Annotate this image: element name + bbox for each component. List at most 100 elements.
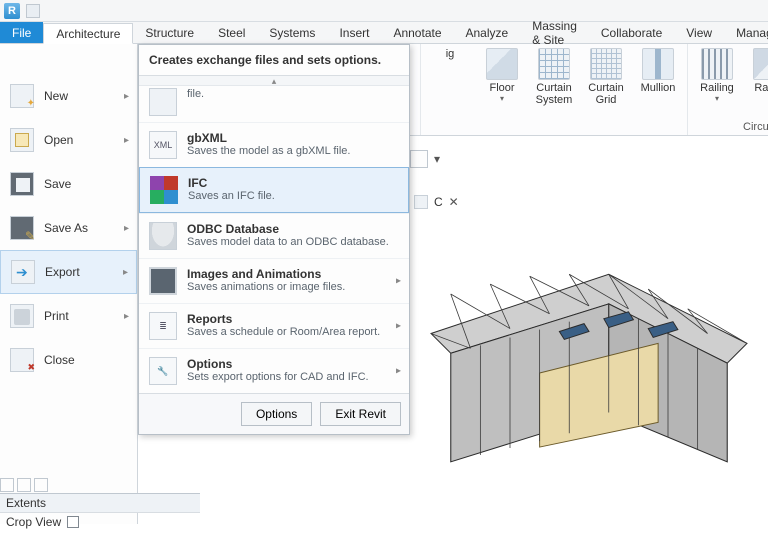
tab-manage[interactable]: Manage [724, 22, 768, 43]
railing-icon [701, 48, 733, 80]
report-icon: ≣ [149, 312, 177, 340]
flyout-item-desc: Saves model data to an ODBC database. [187, 236, 399, 248]
ribbon-tabs: File Architecture Structure Steel System… [0, 22, 768, 44]
file-menu-print[interactable]: Print ▸ [0, 294, 137, 338]
flyout-item-options[interactable]: 🔧 Options Sets export options for CAD an… [139, 348, 409, 393]
view-tool-1[interactable] [410, 150, 428, 168]
panel-tool-3[interactable] [34, 478, 48, 492]
file-menu-backstage: New ▸ Open ▸ Save Save As ▸ Export ▸ Pri… [0, 44, 138, 524]
save-as-icon [10, 216, 34, 240]
film-icon [149, 267, 177, 295]
ribbon-btn-mullion[interactable]: Mullion [635, 48, 681, 106]
mullion-icon [642, 48, 674, 80]
file-menu-open[interactable]: Open ▸ [0, 118, 137, 162]
view-icon [414, 195, 428, 209]
file-menu-label: Save [44, 177, 71, 191]
flyout-item-desc: file. [187, 88, 399, 100]
options-button[interactable]: Options [241, 402, 312, 426]
ribbon-btn-label: Curtain Grid [588, 82, 623, 106]
ribbon-btn-curtain-grid[interactable]: Curtain Grid [583, 48, 629, 106]
view-toolbar: ▾ [410, 150, 440, 168]
tab-insert[interactable]: Insert [327, 22, 381, 43]
properties-panel: Extents Crop View [0, 493, 200, 531]
tab-view[interactable]: View [674, 22, 724, 43]
flyout-item-title: Options [187, 357, 399, 371]
chevron-right-icon: ▸ [123, 267, 128, 278]
ribbon-btn-trail[interactable]: ig [427, 48, 473, 106]
file-menu-save[interactable]: Save [0, 162, 137, 206]
ribbon-btn-label: Floor [489, 82, 514, 94]
floor-icon [486, 48, 518, 80]
file-menu-label: New [44, 89, 68, 103]
exit-revit-button[interactable]: Exit Revit [320, 402, 401, 426]
tab-structure[interactable]: Structure [133, 22, 206, 43]
flyout-item-ifc[interactable]: IFC Saves an IFC file. [139, 167, 409, 213]
wrench-icon: 🔧 [149, 357, 177, 385]
tab-architecture[interactable]: Architecture [43, 23, 133, 44]
new-icon [10, 84, 34, 108]
ribbon-btn-label: ig [446, 48, 455, 60]
flyout-item-reports[interactable]: ≣ Reports Saves a schedule or Room/Area … [139, 303, 409, 348]
title-bar: R [0, 0, 768, 22]
tab-annotate[interactable]: Annotate [381, 22, 453, 43]
close-icon [10, 348, 34, 372]
file-menu-saveas[interactable]: Save As ▸ [0, 206, 137, 250]
flyout-item-desc: Saves animations or image files. [187, 281, 399, 293]
chevron-down-icon: ▾ [715, 94, 719, 103]
chevron-right-icon: ▸ [124, 223, 129, 234]
flyout-item-desc: Sets export options for CAD and IFC. [187, 371, 399, 383]
tab-analyze[interactable]: Analyze [454, 22, 521, 43]
document-tab[interactable]: C ✕ [414, 195, 459, 209]
tab-steel[interactable]: Steel [206, 22, 257, 43]
tab-massing[interactable]: Massing & Site [520, 22, 589, 43]
flyout-list: file. XML gbXML Saves the model as a gbX… [139, 86, 409, 393]
file-menu-label: Print [44, 309, 69, 323]
file-menu-label: Save As [44, 221, 88, 235]
save-icon [10, 172, 34, 196]
ribbon-btn-railing[interactable]: Railing ▾ [694, 48, 740, 103]
flyout-item-desc: Saves the model as a gbXML file. [187, 145, 399, 157]
flyout-item-title: Images and Animations [187, 267, 399, 281]
app-logo: R [4, 3, 20, 19]
qat-icon[interactable] [26, 4, 40, 18]
ramp-icon [753, 48, 768, 80]
panel-tool-2[interactable] [17, 478, 31, 492]
chevron-right-icon: ▸ [124, 311, 129, 322]
separator: ▾ [434, 152, 440, 166]
flyout-item-gbxml[interactable]: XML gbXML Saves the model as a gbXML fil… [139, 122, 409, 167]
document-tab-label: C [434, 195, 443, 209]
file-menu-new[interactable]: New ▸ [0, 74, 137, 118]
crop-view-checkbox[interactable] [67, 516, 79, 528]
ribbon-btn-floor[interactable]: Floor ▾ [479, 48, 525, 106]
flyout-item-truncated[interactable]: file. [139, 86, 409, 122]
tab-systems[interactable]: Systems [257, 22, 327, 43]
tab-collaborate[interactable]: Collaborate [589, 22, 674, 43]
properties-group-header: Extents [0, 494, 200, 513]
flyout-item-title: ODBC Database [187, 222, 399, 236]
file-menu-export[interactable]: Export ▸ [0, 250, 137, 294]
flyout-item-odbc[interactable]: ODBC Database Saves model data to an ODB… [139, 213, 409, 258]
property-row-crop-view: Crop View [0, 513, 200, 531]
flyout-scroll-up[interactable]: ▴ [139, 76, 409, 86]
property-label: Crop View [6, 515, 61, 529]
flyout-footer: Options Exit Revit [139, 393, 409, 434]
ribbon-btn-curtain-system[interactable]: Curtain System [531, 48, 577, 106]
chevron-right-icon: ▸ [396, 276, 401, 287]
flyout-item-title: IFC [188, 176, 398, 190]
curtain-system-icon [538, 48, 570, 80]
flyout-item-title: Reports [187, 312, 399, 326]
flyout-item-images[interactable]: Images and Animations Saves animations o… [139, 258, 409, 303]
close-tab-button[interactable]: ✕ [449, 195, 459, 209]
flyout-header: Creates exchange files and sets options. [139, 45, 409, 76]
export-icon [11, 260, 35, 284]
file-menu-close[interactable]: Close [0, 338, 137, 382]
file-menu-label: Open [44, 133, 73, 147]
gbxml-icon: XML [149, 131, 177, 159]
tab-file[interactable]: File [0, 22, 43, 43]
ribbon-group-circulation: Railing ▾ Ramp Stair Circulation [687, 44, 768, 135]
file-menu-label: Export [45, 265, 80, 279]
panel-tool-1[interactable] [0, 478, 14, 492]
ribbon-btn-ramp[interactable]: Ramp [746, 48, 768, 103]
file-menu-label: Close [44, 353, 75, 367]
3d-view-canvas[interactable] [410, 215, 768, 531]
